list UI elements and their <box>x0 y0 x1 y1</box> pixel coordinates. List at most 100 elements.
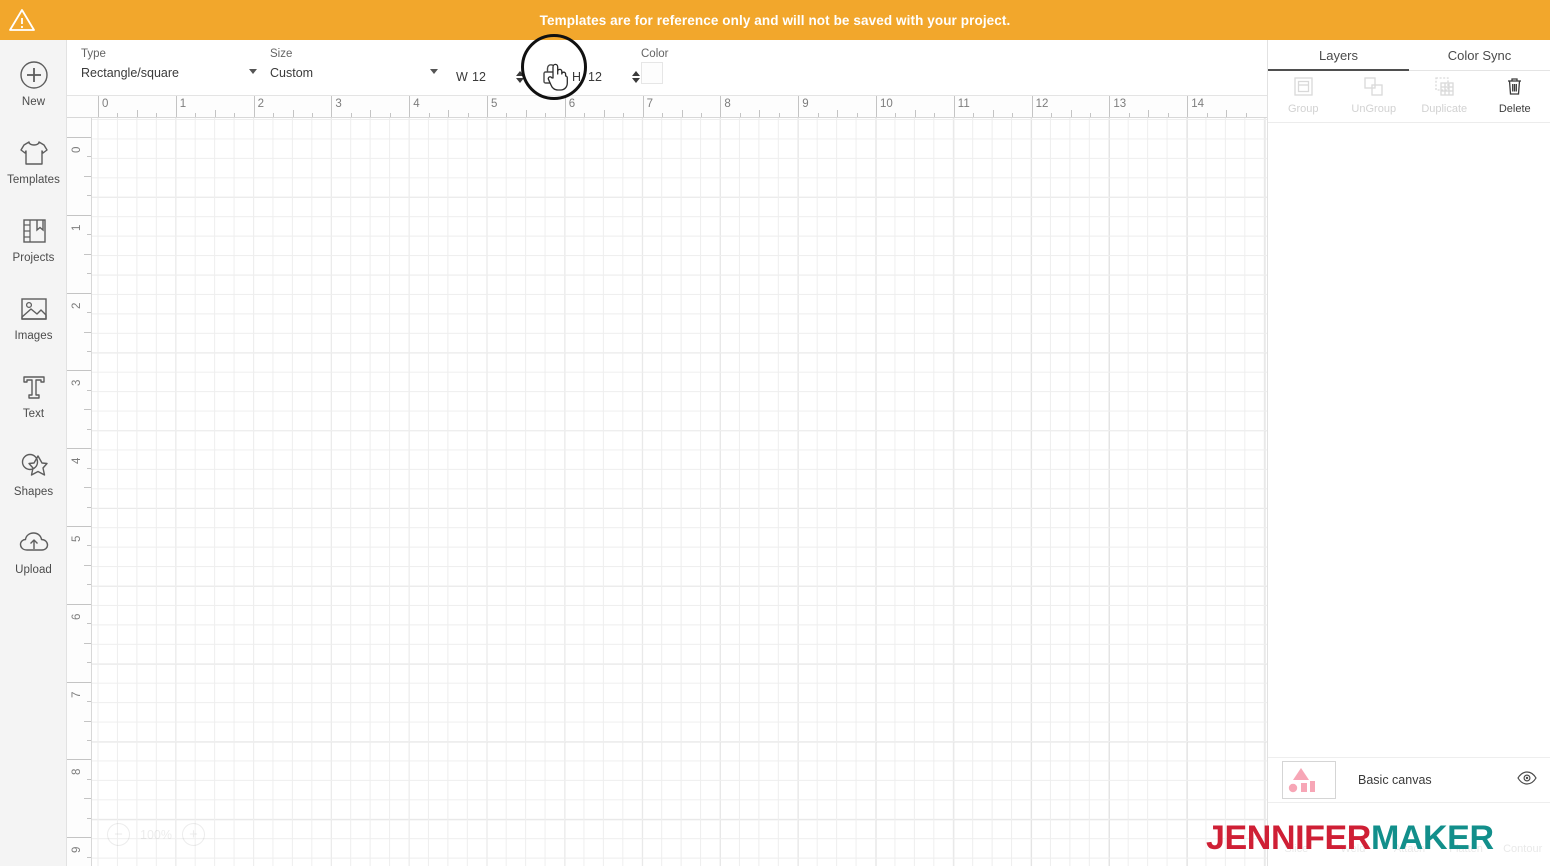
ruler-v-tick <box>67 603 91 605</box>
ruler-h-tick <box>1089 113 1091 117</box>
flatten-button[interactable]: Flatten <box>1438 832 1495 866</box>
ruler-v-tick-label: 9 <box>71 846 83 854</box>
ruler-h-tick <box>389 113 391 117</box>
ruler-h-tick <box>467 113 469 117</box>
width-field: W 12 <box>456 70 526 84</box>
sidebar-label-templates: Templates <box>7 174 60 186</box>
slice-button[interactable]: Slice <box>1268 832 1325 866</box>
layer-name: Basic canvas <box>1358 773 1432 787</box>
sidebar-item-projects[interactable]: Projects <box>0 214 67 264</box>
sidebar-label-new: New <box>21 96 46 108</box>
image-icon <box>17 292 51 326</box>
text-t-icon <box>17 370 51 404</box>
group-label: Group <box>1287 103 1319 115</box>
zoom-out-button[interactable]: − <box>107 823 130 846</box>
ruler-h-tick <box>895 113 897 117</box>
ruler-h-tick <box>195 113 197 117</box>
ruler-v-tick <box>67 214 91 216</box>
ruler-v-tick <box>87 817 91 819</box>
ruler-h-tick <box>739 113 741 117</box>
tab-layers[interactable]: Layers <box>1268 40 1409 71</box>
weld-button[interactable]: Weld <box>1325 832 1382 866</box>
design-canvas[interactable]: 0 1 2 3 4 5 6 7 8 9 10 11 12 13 14 0123456789 − 100% + <box>67 96 1267 866</box>
sidebar-label-projects: Projects <box>12 252 55 264</box>
ruler-h-tick <box>506 113 508 117</box>
pink-shapes-thumbnail <box>1282 761 1336 799</box>
ungroup-button[interactable]: UnGroup <box>1339 73 1410 122</box>
color-swatch[interactable] <box>641 62 663 84</box>
ruler-h-tick <box>1148 110 1150 117</box>
size-label: Size <box>270 48 293 60</box>
ruler-h-tick-label: 3 <box>335 98 342 110</box>
ruler-v-tick <box>87 195 91 197</box>
ruler-h-tick <box>914 110 916 117</box>
ruler-h-tick-label: 8 <box>724 98 731 110</box>
height-field: H 12 <box>572 70 642 84</box>
ruler-v-tick <box>84 409 91 411</box>
ruler-h-tick-label: 10 <box>880 98 893 110</box>
layer-row[interactable]: Basic canvas <box>1268 757 1550 803</box>
ruler-v-tick <box>87 234 91 236</box>
ruler-v-tick <box>84 720 91 722</box>
ruler-v-tick <box>67 137 91 138</box>
ruler-h-tick <box>409 96 411 117</box>
width-input[interactable]: 12 <box>472 70 514 84</box>
type-select[interactable]: Rectangle/square <box>81 62 257 83</box>
ruler-v-tick <box>87 156 91 158</box>
ruler-v-tick <box>87 273 91 275</box>
ruler-h-tick <box>331 96 333 117</box>
ruler-v-tick <box>87 467 91 469</box>
width-stepper[interactable] <box>514 71 526 83</box>
canvas-grid[interactable] <box>92 118 1267 866</box>
attach-button[interactable]: Attach <box>1381 832 1438 866</box>
pointing-hand-cursor <box>545 60 571 97</box>
ruler-h-tick <box>798 96 800 117</box>
chevron-down-icon <box>430 69 438 74</box>
group-button[interactable]: Group <box>1268 73 1339 122</box>
height-input[interactable]: 12 <box>588 70 630 84</box>
tab-color-sync[interactable]: Color Sync <box>1409 40 1550 70</box>
delete-button[interactable]: Delete <box>1480 73 1550 122</box>
ruler-h-tick <box>992 110 994 117</box>
ruler-h-tick <box>1206 113 1208 117</box>
ruler-v-tick <box>87 778 91 780</box>
type-label: Type <box>81 48 106 60</box>
size-select[interactable]: Custom <box>270 62 438 83</box>
sidebar-item-shapes[interactable]: Shapes <box>0 448 67 498</box>
edit-toolbar: Type Rectangle/square Size Custom W 12 H… <box>67 40 1267 96</box>
tab-layers-label: Layers <box>1318 47 1359 63</box>
ruler-h-tick <box>117 113 119 117</box>
ruler-v-tick <box>87 389 91 391</box>
sidebar-item-upload[interactable]: Upload <box>0 526 67 576</box>
sidebar-item-text[interactable]: Text <box>0 370 67 420</box>
ruler-v-tick <box>87 623 91 625</box>
duplicate-button[interactable]: Duplicate <box>1409 73 1480 122</box>
ruler-v-tick <box>67 681 91 683</box>
ruler-h-tick <box>175 96 177 117</box>
sidebar-item-images[interactable]: Images <box>0 292 67 342</box>
sidebar-item-new[interactable]: New <box>0 58 67 108</box>
ruler-h-tick <box>214 110 216 117</box>
size-field: Size Custom <box>270 48 438 83</box>
ruler-h-tick <box>1070 110 1072 117</box>
ruler-h-tick <box>1226 110 1228 117</box>
chevron-down-icon <box>249 69 257 74</box>
zoom-in-button[interactable]: + <box>181 823 205 846</box>
eye-icon[interactable] <box>1517 770 1537 790</box>
type-select-value: Rectangle/square <box>81 65 179 80</box>
sidebar-label-text: Text <box>22 408 45 420</box>
ruler-h-tick <box>311 113 313 117</box>
ruler-v-tick <box>84 175 91 177</box>
ruler-v-tick <box>84 798 91 800</box>
contour-button[interactable]: Contour <box>1494 832 1550 866</box>
duplicate-label: Duplicate <box>1421 103 1468 115</box>
ruler-v-tick <box>67 370 91 372</box>
ruler-h-tick <box>370 110 372 117</box>
ruler-h-tick-label: 14 <box>1191 98 1204 110</box>
ruler-h-tick <box>98 96 99 117</box>
ruler-h-tick-label: 9 <box>802 98 809 110</box>
ruler-v-tick <box>87 350 91 352</box>
sidebar-item-templates[interactable]: Templates <box>0 136 67 186</box>
ruler-v-tick <box>84 642 91 644</box>
ruler-h-tick <box>1109 96 1111 117</box>
